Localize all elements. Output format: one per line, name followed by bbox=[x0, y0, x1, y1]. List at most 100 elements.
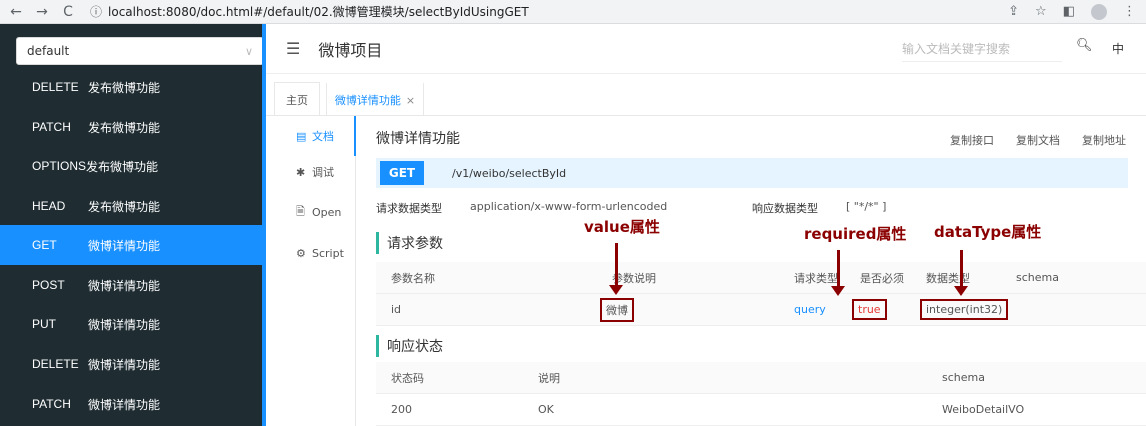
star-icon[interactable]: ☆ bbox=[1035, 4, 1047, 19]
col-header: 说明 bbox=[538, 371, 560, 385]
search-input[interactable]: 输入文档关键字搜索 bbox=[902, 40, 1062, 62]
col-header: 数据类型 bbox=[926, 271, 970, 285]
table-header: 参数名称 参数说明 请求类型 是否必须 数据类型 schema bbox=[376, 262, 1146, 294]
api-path: /v1/weibo/selectById bbox=[452, 166, 567, 180]
sidebar-item-get[interactable]: GET 微博详情功能 bbox=[0, 225, 262, 265]
doc-icon: ▤ bbox=[296, 129, 307, 143]
subnav-script[interactable]: ⚙ Script bbox=[282, 233, 356, 273]
table-row[interactable]: 200 OK WeiboDetailVO bbox=[376, 394, 1146, 426]
param-required: true bbox=[852, 299, 887, 320]
method-label: POST bbox=[32, 278, 65, 292]
tab-bar: 主页 微博详情功能 × bbox=[266, 74, 1146, 116]
api-title: 微博详情功能 bbox=[376, 131, 460, 147]
close-icon[interactable]: × bbox=[406, 94, 415, 107]
avatar[interactable] bbox=[1091, 3, 1107, 20]
request-type-value: application/x-www-form-urlencoded bbox=[470, 200, 668, 213]
sidebar-item-label: 微博详情功能 bbox=[88, 278, 161, 293]
responses-section-title: 响应状态 bbox=[376, 335, 443, 357]
sidebar-item-patch-2[interactable]: PATCH 微博详情功能 bbox=[0, 384, 262, 424]
method-label: DELETE bbox=[32, 357, 79, 371]
table-header: 状态码 说明 schema bbox=[376, 362, 1146, 394]
browser-toolbar: ← → C ⓘ localhost:8080/doc.html#/default… bbox=[0, 0, 1146, 24]
sidebar-item-patch[interactable]: PATCH 发布微博功能 bbox=[0, 107, 262, 147]
annotation-value: value属性 bbox=[584, 218, 660, 236]
page-title: 微博项目 bbox=[318, 40, 383, 60]
col-header: 请求类型 bbox=[794, 271, 838, 285]
api-content: 微博详情功能 复制接口 复制文档 复制地址 GET /v1/weibo/sele… bbox=[356, 116, 1146, 426]
param-name: id bbox=[391, 303, 402, 316]
response-type-value: [ "*/*" ] bbox=[846, 200, 887, 213]
response-schema: WeiboDetailVO bbox=[942, 403, 1025, 416]
arrow-icon bbox=[954, 250, 968, 296]
method-label: PATCH bbox=[32, 120, 71, 134]
sidebar-item-label: 发布微博功能 bbox=[88, 80, 161, 95]
sidebar-item-label: 微博详情功能 bbox=[88, 397, 161, 412]
sidebar-item-label: 微博详情功能 bbox=[88, 317, 161, 332]
group-select-value: default bbox=[27, 44, 70, 58]
subnav-label: 调试 bbox=[312, 166, 334, 179]
bug-icon: ✱ bbox=[296, 165, 306, 179]
sidebar-item-label: 微博详情功能 bbox=[88, 238, 161, 253]
method-label: OPTIONS bbox=[32, 159, 87, 173]
sidebar-item-delete[interactable]: DELETE 发布微博功能 bbox=[0, 67, 262, 107]
arrow-icon bbox=[609, 243, 623, 295]
method-bar: GET /v1/weibo/selectById bbox=[376, 158, 1128, 188]
tab-home-label: 主页 bbox=[286, 93, 308, 107]
subnav-label: 文档 bbox=[312, 130, 334, 143]
method-badge: GET bbox=[380, 161, 424, 185]
method-label: DELETE bbox=[32, 80, 79, 94]
response-code: 200 bbox=[391, 403, 412, 416]
tab-current-label: 微博详情功能 bbox=[334, 94, 401, 107]
request-type-label: 请求数据类型 bbox=[376, 202, 442, 215]
address-bar[interactable]: ⓘ localhost:8080/doc.html#/default/02.微博… bbox=[90, 2, 970, 22]
gear-icon: ⚙ bbox=[296, 246, 306, 260]
col-header: 是否必须 bbox=[860, 271, 904, 285]
back-icon[interactable]: ← bbox=[6, 4, 26, 20]
response-desc: OK bbox=[538, 403, 554, 416]
table-row[interactable]: id 微博 query true integer(int32) bbox=[376, 294, 1146, 326]
language-toggle[interactable]: 中 bbox=[1112, 40, 1124, 57]
collapse-menu-icon[interactable]: ☰ bbox=[286, 39, 300, 58]
forward-icon[interactable]: → bbox=[32, 4, 52, 20]
reload-icon[interactable]: C bbox=[58, 4, 78, 20]
sidebar-item-label: 微博详情功能 bbox=[88, 357, 161, 372]
sidebar-item-label: 发布微博功能 bbox=[88, 120, 161, 135]
more-icon[interactable]: ⋮ bbox=[1123, 4, 1136, 19]
param-type: integer(int32) bbox=[920, 299, 1009, 320]
subnav-debug[interactable]: ✱ 调试 bbox=[282, 152, 356, 192]
col-header: 参数名称 bbox=[391, 271, 435, 285]
tab-current[interactable]: 微博详情功能 × bbox=[326, 82, 424, 116]
doc-subnav: ▤ 文档 ✱ 调试 🗎 Open ⚙ Script bbox=[282, 116, 356, 426]
col-header: 状态码 bbox=[391, 371, 424, 385]
copy-address-link[interactable]: 复制地址 bbox=[1082, 132, 1126, 148]
header: ☰ 微博项目 输入文档关键字搜索 🔍︎ 中 bbox=[266, 24, 1146, 74]
sidebar-item-post[interactable]: POST 微博详情功能 bbox=[0, 265, 262, 305]
sidebar-item-head[interactable]: HEAD 发布微博功能 bbox=[0, 186, 262, 226]
col-header: 参数说明 bbox=[612, 271, 656, 285]
file-icon: 🗎 bbox=[296, 204, 305, 218]
sidebar-item-delete-2[interactable]: DELETE 微博详情功能 bbox=[0, 344, 262, 384]
search-icon[interactable]: 🔍︎ bbox=[1076, 38, 1093, 53]
sidebar-item-options[interactable]: OPTIONS 发布微博功能 bbox=[0, 146, 262, 186]
copy-doc-link[interactable]: 复制文档 bbox=[1016, 132, 1060, 148]
param-in: query bbox=[794, 303, 826, 316]
share-icon[interactable]: ⇪ bbox=[1008, 4, 1019, 19]
url-text: localhost:8080/doc.html#/default/02.微博管理… bbox=[108, 5, 529, 19]
info-icon: ⓘ bbox=[90, 5, 103, 19]
sidepanel-icon[interactable]: ◧ bbox=[1063, 4, 1075, 19]
param-desc: 微博 bbox=[600, 297, 634, 322]
chevron-down-icon: ∨ bbox=[244, 44, 253, 58]
sidebar-item-put[interactable]: PUT 微博详情功能 bbox=[0, 304, 262, 344]
subnav-open[interactable]: 🗎 Open bbox=[282, 192, 356, 232]
col-header: schema bbox=[1016, 271, 1059, 284]
sidebar: default ∨ DELETE 发布微博功能 PATCH 发布微博功能 OPTIO… bbox=[0, 24, 265, 426]
subnav-label: Script bbox=[312, 246, 344, 260]
subnav-label: Open bbox=[312, 205, 342, 219]
annotation-datatype: dataType属性 bbox=[934, 223, 1042, 241]
group-select[interactable]: default ∨ bbox=[16, 37, 264, 65]
copy-api-link[interactable]: 复制接口 bbox=[950, 132, 994, 148]
annotation-required: required属性 bbox=[804, 225, 907, 243]
subnav-doc[interactable]: ▤ 文档 bbox=[282, 116, 356, 156]
response-type-label: 响应数据类型 bbox=[752, 202, 818, 215]
tab-home[interactable]: 主页 bbox=[274, 82, 320, 116]
